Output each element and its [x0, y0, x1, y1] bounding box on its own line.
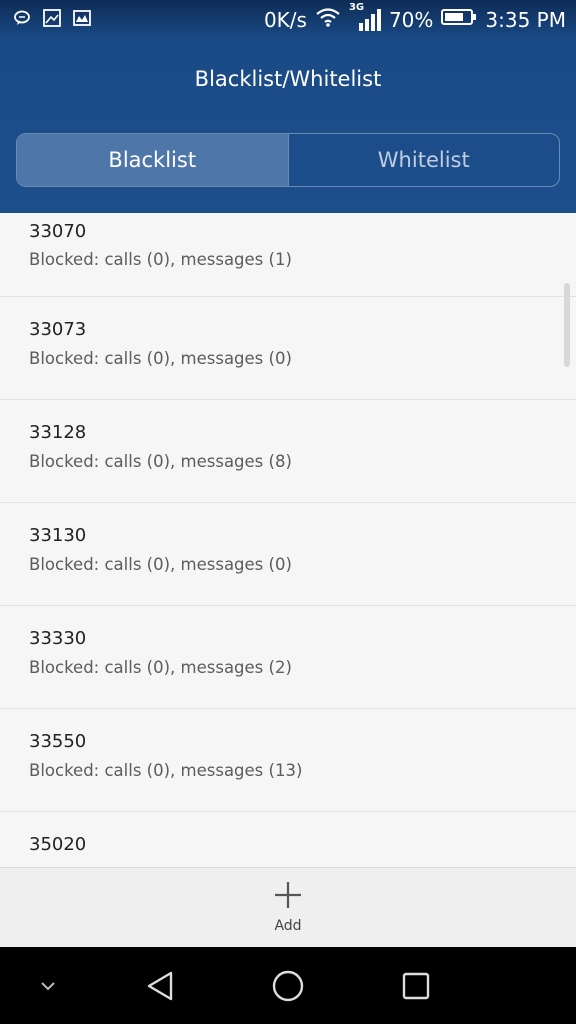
image-icon [42, 8, 62, 28]
list-item[interactable]: 33550 Blocked: calls (0), messages (13) [0, 709, 576, 812]
list-item[interactable]: 33128 Blocked: calls (0), messages (8) [0, 400, 576, 503]
back-icon[interactable] [136, 947, 184, 1024]
list-item[interactable]: 35020 [0, 812, 576, 867]
list-item[interactable]: 33070 Blocked: calls (0), messages (1) [0, 213, 576, 297]
plus-icon [273, 880, 303, 914]
battery-percent: 70% [388, 7, 434, 32]
list-item[interactable]: 33330 Blocked: calls (0), messages (2) [0, 606, 576, 709]
page-title: Blacklist/Whitelist [194, 67, 382, 91]
blocked-summary: Blocked: calls (0), messages (13) [29, 761, 303, 780]
recents-icon[interactable] [392, 947, 440, 1024]
list-item[interactable]: 33073 Blocked: calls (0), messages (0) [0, 297, 576, 400]
add-button[interactable]: Add [248, 868, 328, 948]
list-item[interactable]: 33130 Blocked: calls (0), messages (0) [0, 503, 576, 606]
tab-switcher: Blacklist Whitelist [16, 133, 560, 187]
blocked-summary: Blocked: calls (0), messages (0) [29, 349, 292, 368]
gallery-icon [72, 8, 92, 28]
blocked-summary: Blocked: calls (0), messages (1) [29, 250, 292, 269]
chevron-down-icon[interactable] [28, 947, 68, 1024]
status-bar: 0K/s 3G 70% 3:35 PM [0, 0, 576, 42]
phone-number: 33550 [29, 731, 87, 752]
phone-number: 33128 [29, 422, 87, 443]
blacklist-list[interactable]: 33070 Blocked: calls (0), messages (1) 3… [0, 213, 576, 867]
blocked-summary: Blocked: calls (0), messages (8) [29, 452, 292, 471]
wifi-icon [315, 7, 341, 32]
home-icon[interactable] [264, 947, 312, 1024]
add-label: Add [274, 918, 302, 934]
chat-bubble-icon [12, 8, 32, 28]
bottom-action-bar: Add [0, 867, 576, 947]
tab-blacklist[interactable]: Blacklist [17, 134, 288, 186]
blocked-summary: Blocked: calls (0), messages (2) [29, 658, 292, 677]
phone-number: 33070 [29, 221, 87, 242]
phone-number: 33073 [29, 319, 87, 340]
header: 0K/s 3G 70% 3:35 PM Blacklist/Whitelist … [0, 0, 576, 213]
scrollbar[interactable] [564, 283, 570, 367]
signal-icon: 3G [349, 2, 381, 32]
phone-number: 33130 [29, 525, 87, 546]
phone-number: 33330 [29, 628, 87, 649]
battery-icon [441, 7, 477, 32]
phone-number: 35020 [29, 834, 87, 855]
navigation-bar [0, 947, 576, 1024]
tab-whitelist[interactable]: Whitelist [287, 134, 560, 186]
net-speed: 0K/s [263, 7, 307, 32]
clock: 3:35 PM [485, 7, 566, 32]
blocked-summary: Blocked: calls (0), messages (0) [29, 555, 292, 574]
